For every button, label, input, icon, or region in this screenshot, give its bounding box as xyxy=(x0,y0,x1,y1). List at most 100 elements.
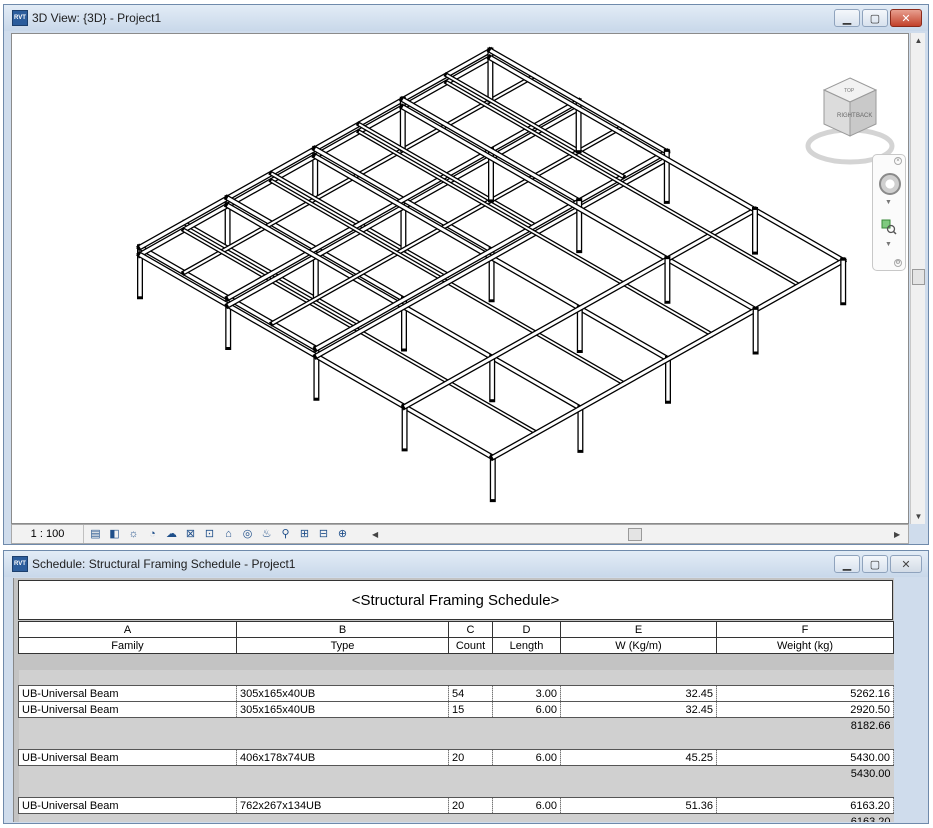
group-header-cell[interactable] xyxy=(18,733,894,750)
subtotal-row: 8182.66 xyxy=(18,717,894,734)
column-letter[interactable]: C xyxy=(448,621,493,638)
reveal-constraints-icon[interactable]: ⊟ xyxy=(316,527,331,541)
cell-type[interactable]: 762x267x134UB xyxy=(236,797,449,814)
schedule-window: RVT Schedule: Structural Framing Schedul… xyxy=(3,550,929,824)
horizontal-scrollbar[interactable]: ◀ ▶ xyxy=(372,527,906,542)
subtotal-value[interactable]: 6163.20 xyxy=(716,813,894,822)
cell-family[interactable]: UB-Universal Beam xyxy=(18,797,237,814)
vertical-scroll-thumb[interactable] xyxy=(912,269,925,285)
viewcube-top-face[interactable]: TOP xyxy=(844,88,855,94)
revit-app-icon: RVT xyxy=(12,10,28,26)
visual-style-icon[interactable]: ◧ xyxy=(107,527,122,541)
cell-count[interactable]: 54 xyxy=(448,685,493,702)
cell-weight[interactable]: 2920.50 xyxy=(716,701,894,718)
crop-view-icon[interactable]: ⊠ xyxy=(183,527,198,541)
nav-bar-close-icon[interactable]: × xyxy=(894,157,902,165)
column-header[interactable]: Weight (kg) xyxy=(716,637,894,654)
table-row[interactable]: UB-Universal Beam 406x178x74UB 20 6.00 45.25… xyxy=(18,749,894,766)
cell-weight[interactable]: 6163.20 xyxy=(716,797,894,814)
vertical-scrollbar[interactable]: ▲ ▼ xyxy=(910,33,925,524)
horizontal-scroll-thumb[interactable] xyxy=(628,528,642,541)
cell-length[interactable]: 6.00 xyxy=(492,749,561,766)
subtotal-value[interactable]: 8182.66 xyxy=(716,717,894,734)
column-letter[interactable]: D xyxy=(492,621,561,638)
highlight-displacement-icon[interactable]: ⊞ xyxy=(297,527,312,541)
cell-count[interactable]: 20 xyxy=(448,797,493,814)
column-letter[interactable]: A xyxy=(18,621,237,638)
close-button[interactable]: ✕ xyxy=(890,555,922,573)
subtotal-label-cell xyxy=(18,717,717,734)
analytical-model-icon[interactable]: ⚲ xyxy=(278,527,293,541)
3d-view-titlebar[interactable]: RVT 3D View: {3D} - Project1 ▁ ▢ ✕ xyxy=(4,5,928,31)
cell-length[interactable]: 6.00 xyxy=(492,797,561,814)
cell-w[interactable]: 45.25 xyxy=(560,749,717,766)
show-crop-region-icon[interactable]: ⊡ xyxy=(202,527,217,541)
column-header[interactable]: Family xyxy=(18,637,237,654)
column-letter[interactable]: E xyxy=(560,621,717,638)
table-row[interactable]: UB-Universal Beam 305x165x40UB 15 6.00 32.45… xyxy=(18,701,894,718)
schedule-heading[interactable]: <Structural Framing Schedule> xyxy=(18,580,893,620)
reveal-hidden-icon[interactable]: ♨ xyxy=(259,527,274,541)
maximize-button[interactable]: ▢ xyxy=(862,555,888,573)
viewcube-back-face[interactable]: BACK xyxy=(856,113,872,119)
subtotal-value[interactable]: 5430.00 xyxy=(716,765,894,782)
column-header[interactable]: Length xyxy=(492,637,561,654)
rendering-icon[interactable]: ☁ xyxy=(164,527,179,541)
column-header[interactable]: W (Kg/m) xyxy=(560,637,717,654)
column-header[interactable]: Count xyxy=(448,637,493,654)
cell-weight[interactable]: 5262.16 xyxy=(716,685,894,702)
cell-family[interactable]: UB-Universal Beam xyxy=(18,701,237,718)
scroll-up-arrow-icon[interactable]: ▲ xyxy=(911,33,926,48)
group-header-cell[interactable] xyxy=(18,669,894,686)
shadows-icon[interactable]: ◔ xyxy=(145,527,160,541)
cell-family[interactable]: UB-Universal Beam xyxy=(18,749,237,766)
group-header-row xyxy=(18,669,894,686)
sun-path-icon[interactable]: ☼ xyxy=(126,527,141,541)
view-scale[interactable]: 1 : 100 xyxy=(12,525,84,543)
structural-frame-model xyxy=(136,46,848,503)
cell-w[interactable]: 32.45 xyxy=(560,685,717,702)
maximize-button[interactable]: ▢ xyxy=(862,9,888,27)
minimize-button[interactable]: ▁ xyxy=(834,9,860,27)
group-header-cell[interactable] xyxy=(18,781,894,798)
scroll-down-arrow-icon[interactable]: ▼ xyxy=(911,509,926,524)
table-row[interactable]: UB-Universal Beam 305x165x40UB 54 3.00 32.45… xyxy=(18,685,894,702)
cell-weight[interactable]: 5430.00 xyxy=(716,749,894,766)
cell-type[interactable]: 305x165x40UB xyxy=(236,685,449,702)
cell-w[interactable]: 32.45 xyxy=(560,701,717,718)
cell-count[interactable]: 15 xyxy=(448,701,493,718)
viewcube-right-face[interactable]: RIGHT xyxy=(837,113,856,119)
worksharing-display-icon[interactable]: ⊕ xyxy=(335,527,350,541)
cell-length[interactable]: 3.00 xyxy=(492,685,561,702)
cell-length[interactable]: 6.00 xyxy=(492,701,561,718)
unlocked-3d-view-icon[interactable]: ⌂ xyxy=(221,527,236,541)
nav-bar-options-icon[interactable]: ⚙ xyxy=(894,259,902,267)
cell-family[interactable]: UB-Universal Beam xyxy=(18,685,237,702)
subtotal-label-cell xyxy=(18,813,717,822)
schedule-table: A B C D E F Family Type Count Length W (Kg/m) Weigh… xyxy=(18,621,894,822)
minimize-button[interactable]: ▁ xyxy=(834,555,860,573)
zoom-region-icon[interactable] xyxy=(881,219,897,235)
spacer-cell xyxy=(18,653,894,670)
3d-viewport[interactable]: RIGHT BACK TOP × ▼ ▼ ⚙ xyxy=(11,33,909,524)
schedule-grid-area[interactable]: <Structural Framing Schedule> A B C D E F Fami… xyxy=(13,578,894,822)
column-header-row: Family Type Count Length W (Kg/m) Weight (kg) xyxy=(18,637,894,654)
column-header[interactable]: Type xyxy=(236,637,449,654)
steering-wheel-icon[interactable] xyxy=(879,173,901,195)
cell-count[interactable]: 20 xyxy=(448,749,493,766)
3d-view-window: RVT 3D View: {3D} - Project1 ▁ ▢ ✕ RIGHT… xyxy=(3,4,929,545)
cell-w[interactable]: 51.36 xyxy=(560,797,717,814)
schedule-titlebar[interactable]: RVT Schedule: Structural Framing Schedul… xyxy=(4,551,928,577)
column-letter[interactable]: F xyxy=(716,621,894,638)
cell-type[interactable]: 406x178x74UB xyxy=(236,749,449,766)
wheel-dropdown-arrow-icon[interactable]: ▼ xyxy=(885,199,892,206)
column-letter[interactable]: B xyxy=(236,621,449,638)
detail-level-icon[interactable]: ▤ xyxy=(88,527,103,541)
scroll-left-arrow-icon[interactable]: ◀ xyxy=(372,527,384,542)
temporary-hide-icon[interactable]: ◎ xyxy=(240,527,255,541)
close-button[interactable]: ✕ xyxy=(890,9,922,27)
zoom-dropdown-arrow-icon[interactable]: ▼ xyxy=(885,241,892,248)
table-row[interactable]: UB-Universal Beam 762x267x134UB 20 6.00 51.3… xyxy=(18,797,894,814)
scroll-right-arrow-icon[interactable]: ▶ xyxy=(894,527,906,542)
cell-type[interactable]: 305x165x40UB xyxy=(236,701,449,718)
